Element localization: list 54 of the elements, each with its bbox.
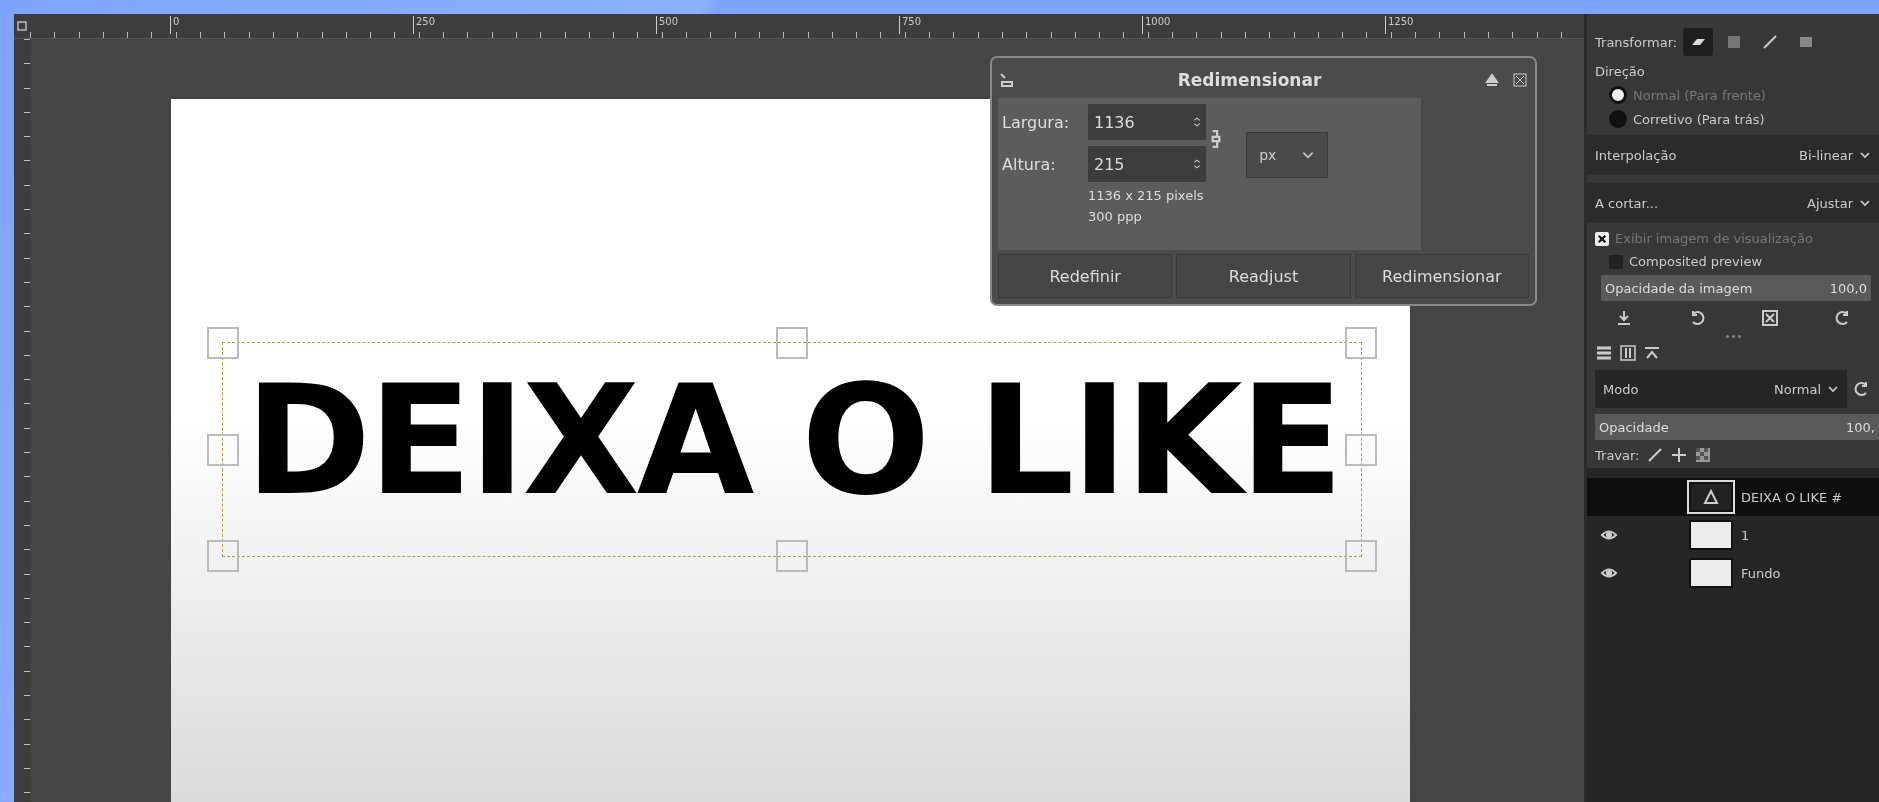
composited-checkbox[interactable]: Composited preview <box>1587 250 1879 273</box>
size-info: 300 ppp <box>1088 209 1143 224</box>
resize-handle[interactable] <box>776 327 808 359</box>
layer-thumbnail <box>1689 558 1733 588</box>
ruler-label: 500 <box>656 16 679 34</box>
layer-row[interactable]: DEIXA O LIKE # <box>1587 478 1879 516</box>
number-field[interactable]: 215 <box>1088 146 1206 182</box>
image-text: DEIXA O LIKE <box>245 371 1341 511</box>
move-icon[interactable] <box>1669 446 1688 464</box>
lock-label: Travar: <box>1595 447 1640 463</box>
layer-thumbnail <box>1689 520 1733 550</box>
unit-dropdown[interactable]: px <box>1246 132 1328 178</box>
dialog-button[interactable]: Redimensionar <box>1354 254 1529 298</box>
transform-mode-button[interactable] <box>1683 28 1714 56</box>
ruler-label: 1000 <box>1142 16 1171 34</box>
chevron-down-icon <box>1827 383 1839 395</box>
close-icon[interactable] <box>1511 71 1529 89</box>
ruler-corner-icon <box>16 20 28 32</box>
ruler-label: 750 <box>899 16 922 34</box>
channels-tab-icon[interactable] <box>1619 344 1637 362</box>
radio-option[interactable]: Corretivo (Para trás) <box>1587 107 1879 131</box>
ruler-label: 1250 <box>1385 16 1414 34</box>
transform-label: Transformar: <box>1595 34 1678 50</box>
layers-tab-icon[interactable] <box>1595 344 1613 362</box>
field-label: Largura: <box>1002 112 1071 132</box>
eject-icon[interactable] <box>1483 71 1501 89</box>
size-info: 1136 x 215 pixels <box>1088 188 1205 203</box>
check-icon <box>1597 233 1607 244</box>
opacity-slider[interactable]: Opacidade 100, <box>1595 414 1879 440</box>
number-field[interactable]: 1136 <box>1088 104 1206 140</box>
ruler-label: 0 <box>170 16 180 34</box>
delete-icon[interactable] <box>1760 309 1779 327</box>
dialog-button[interactable]: Redefinir <box>998 254 1173 298</box>
path-icon <box>1761 33 1780 51</box>
ruler-label: 250 <box>413 16 436 34</box>
field-label: Altura: <box>1002 154 1057 174</box>
resize-handle[interactable] <box>207 540 239 572</box>
resize-handle[interactable] <box>207 433 239 466</box>
resize-handle[interactable] <box>1345 433 1377 466</box>
chevron-down-icon <box>1859 197 1871 209</box>
resize-handle[interactable] <box>1345 327 1377 359</box>
resize-handle[interactable] <box>776 540 808 572</box>
resize-icon <box>998 71 1016 89</box>
dialog-button[interactable]: Readjust <box>1176 254 1351 298</box>
dialog-title: Redimensionar <box>1177 70 1322 90</box>
mode-dropdown[interactable]: Modo Normal <box>1595 370 1847 408</box>
interpolation-dropdown[interactable]: Interpolação Bi-linear <box>1587 135 1879 175</box>
checker-icon[interactable] <box>1693 446 1712 464</box>
resize-handle[interactable] <box>1345 540 1377 572</box>
chevron-down-icon <box>1859 149 1871 161</box>
resize-handle[interactable] <box>207 327 239 359</box>
image-opacity-slider[interactable]: Opacidade da imagem 100,0 <box>1601 275 1871 301</box>
direction-label: Direção <box>1595 64 1645 79</box>
clipping-dropdown[interactable]: A cortar... Ajustar <box>1587 183 1879 223</box>
